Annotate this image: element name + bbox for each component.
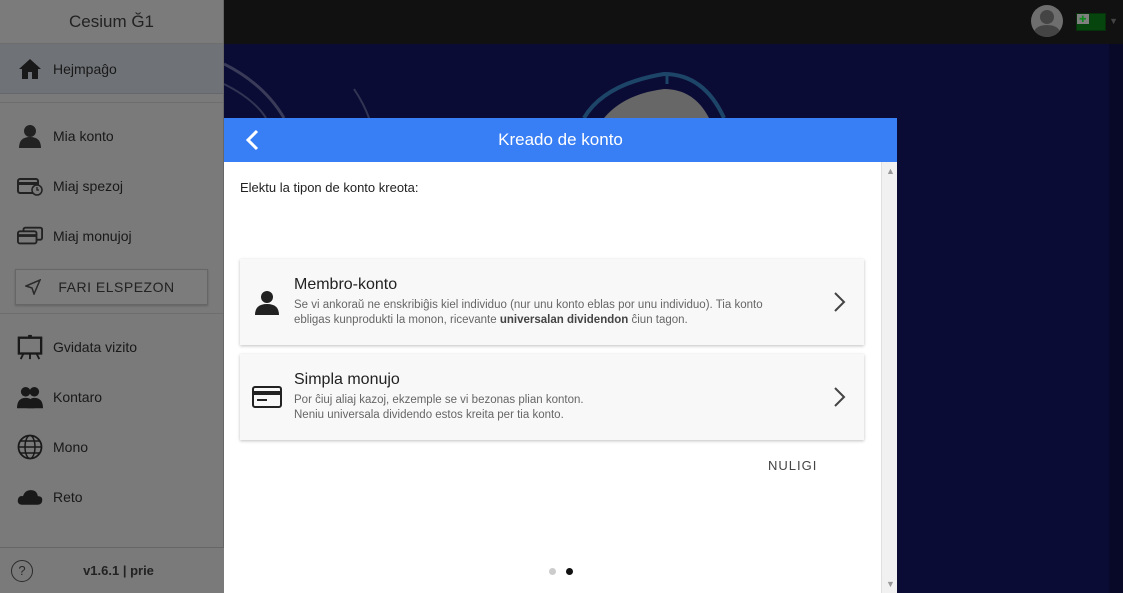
option-description: Se vi ankoraŭ ne enskribiĝis kiel indivi… [294,299,763,326]
pager [549,568,573,575]
cancel-button[interactable]: NULIGI [768,458,817,473]
chevron-right-icon [816,291,864,313]
modal-header: Kreado de konto [224,118,897,162]
create-account-modal: Kreado de konto Elektu la tipon de konto… [224,118,897,593]
pager-dot[interactable] [549,568,556,575]
modal-title: Kreado de konto [498,130,623,149]
scrollbar[interactable]: ▲ ▼ [881,162,897,593]
chevron-left-icon [245,129,259,151]
modal-body: Elektu la tipon de konto kreota: Membro-… [224,162,881,593]
option-description: Por ĉiuj aliaj kazoj, ekzemple se vi bez… [294,394,584,421]
option-title: Simpla monujo [294,371,400,388]
option-title: Membro-konto [294,276,398,293]
scroll-down-icon[interactable]: ▼ [886,579,895,589]
scroll-up-icon[interactable]: ▲ [886,166,895,176]
card-icon [240,386,294,408]
intro-text: Elektu la tipon de konto kreota: [240,180,419,195]
pager-dot-active[interactable] [566,568,573,575]
member-account-option[interactable]: Membro-konto Se vi ankoraŭ ne enskribiĝi… [240,259,864,345]
simple-wallet-option[interactable]: Simpla monujo Por ĉiuj aliaj kazoj, ekze… [240,354,864,440]
chevron-right-icon [816,386,864,408]
person-icon [240,289,294,315]
back-button[interactable] [238,128,266,152]
